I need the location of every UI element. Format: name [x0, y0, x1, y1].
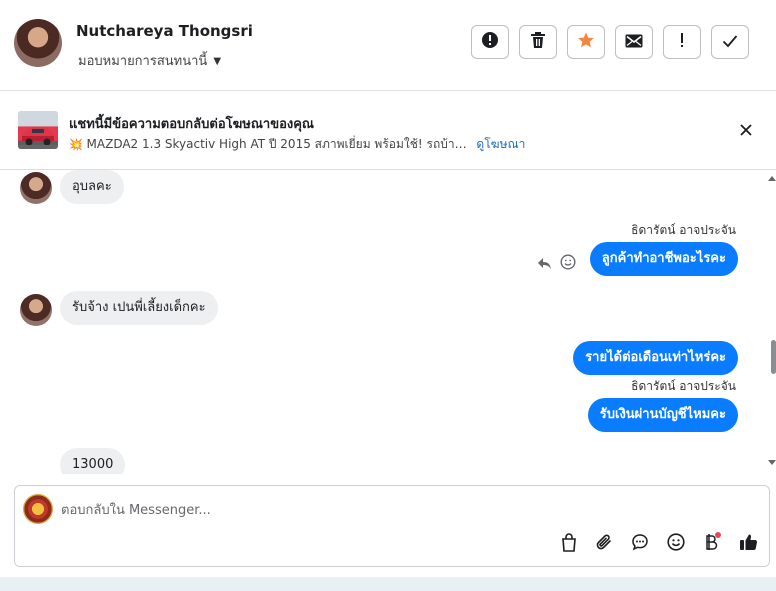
- emoji-button[interactable]: [665, 533, 687, 555]
- scrollbar-thumb[interactable]: [771, 340, 776, 374]
- view-ad-link[interactable]: ดูโฆษณา: [476, 137, 525, 151]
- chat-bubble-icon: [631, 533, 649, 555]
- ad-car-thumbnail[interactable]: [18, 111, 58, 149]
- incoming-message[interactable]: อุบลคะ: [60, 170, 124, 204]
- thumbs-up-icon: [739, 533, 758, 555]
- smiley-icon: [560, 254, 576, 274]
- sender-name: ธิดารัตน์ อาจประจัน: [631, 223, 736, 237]
- contact-name[interactable]: Nutchareya Thongsri: [76, 22, 253, 40]
- assign-conversation-dropdown[interactable]: มอบหมายการสนทนานี้ ▼: [78, 50, 221, 71]
- outgoing-message[interactable]: รับเงินผ่านบัญชีไหมคะ: [587, 398, 738, 432]
- close-banner-button[interactable]: [736, 120, 756, 140]
- ad-description: MAZDA2 1.3 Skyactiv High AT ปี 2015 สภาพ…: [86, 137, 467, 151]
- shopping-bag-icon: [561, 532, 577, 556]
- paperclip-icon: [596, 533, 613, 555]
- scroll-up-arrow[interactable]: [768, 176, 776, 181]
- baht-icon: [703, 532, 721, 556]
- smiley-icon: [667, 533, 685, 555]
- outgoing-message[interactable]: รายได้ต่อเดือนเท่าไหร่คะ: [573, 341, 738, 375]
- trash-icon: [530, 31, 546, 53]
- mark-done-button[interactable]: [711, 25, 749, 59]
- assign-label: มอบหมายการสนทนานี้: [78, 54, 208, 69]
- important-button[interactable]: [663, 25, 701, 59]
- bottom-strip: [0, 577, 776, 591]
- reply-arrow-icon: [537, 255, 552, 274]
- star-button[interactable]: [567, 25, 605, 59]
- envelope-icon: [625, 33, 643, 52]
- payment-button[interactable]: [701, 532, 723, 556]
- incoming-message[interactable]: รับจ้าง เปนพี่เลี้ยงเด็กคะ: [60, 291, 218, 325]
- star-icon: [577, 31, 595, 53]
- alert-circle-icon: [481, 31, 499, 53]
- caret-down-icon: ▼: [213, 56, 222, 67]
- delete-button[interactable]: [519, 25, 557, 59]
- react-button[interactable]: [559, 254, 577, 274]
- report-button[interactable]: [471, 25, 509, 59]
- contact-avatar[interactable]: [14, 19, 62, 67]
- reply-button[interactable]: [535, 255, 553, 273]
- page-avatar: [23, 494, 53, 524]
- conversation-header: Nutchareya Thongsri มอบหมายการสนทนานี้ ▼: [0, 0, 776, 91]
- message-composer: [14, 485, 770, 567]
- sender-name: ธิดารัตน์ อาจประจัน: [631, 379, 736, 393]
- ad-description-line: 💥 MAZDA2 1.3 Skyactiv High AT ปี 2015 สภ…: [69, 135, 525, 154]
- send-like-button[interactable]: [737, 533, 759, 555]
- close-icon: [740, 121, 752, 140]
- collision-emoji-icon: 💥: [69, 138, 83, 151]
- shopping-bag-button[interactable]: [558, 532, 580, 556]
- contact-avatar-small: [20, 172, 52, 204]
- ad-reply-banner: แชทนี้มีข้อความตอบกลับต่อโฆษณาของคุณ 💥 M…: [0, 91, 776, 170]
- email-button[interactable]: [615, 25, 653, 59]
- exclamation-icon: [679, 32, 685, 52]
- ad-banner-title: แชทนี้มีข้อความตอบกลับต่อโฆษณาของคุณ: [69, 117, 314, 132]
- reply-input[interactable]: [61, 500, 661, 520]
- message-thread[interactable]: อุบลคะ ธิดารัตน์ อาจประจัน ลูกค้าทำอาชีพ…: [0, 170, 770, 474]
- saved-replies-button[interactable]: [629, 533, 651, 555]
- checkmark-icon: [722, 33, 738, 52]
- attach-file-button[interactable]: [593, 533, 615, 555]
- scroll-down-arrow[interactable]: [768, 460, 776, 465]
- outgoing-message[interactable]: ลูกค้าทำอาชีพอะไรคะ: [589, 242, 738, 276]
- incoming-message[interactable]: 13000: [60, 448, 126, 474]
- contact-avatar-small: [20, 294, 52, 326]
